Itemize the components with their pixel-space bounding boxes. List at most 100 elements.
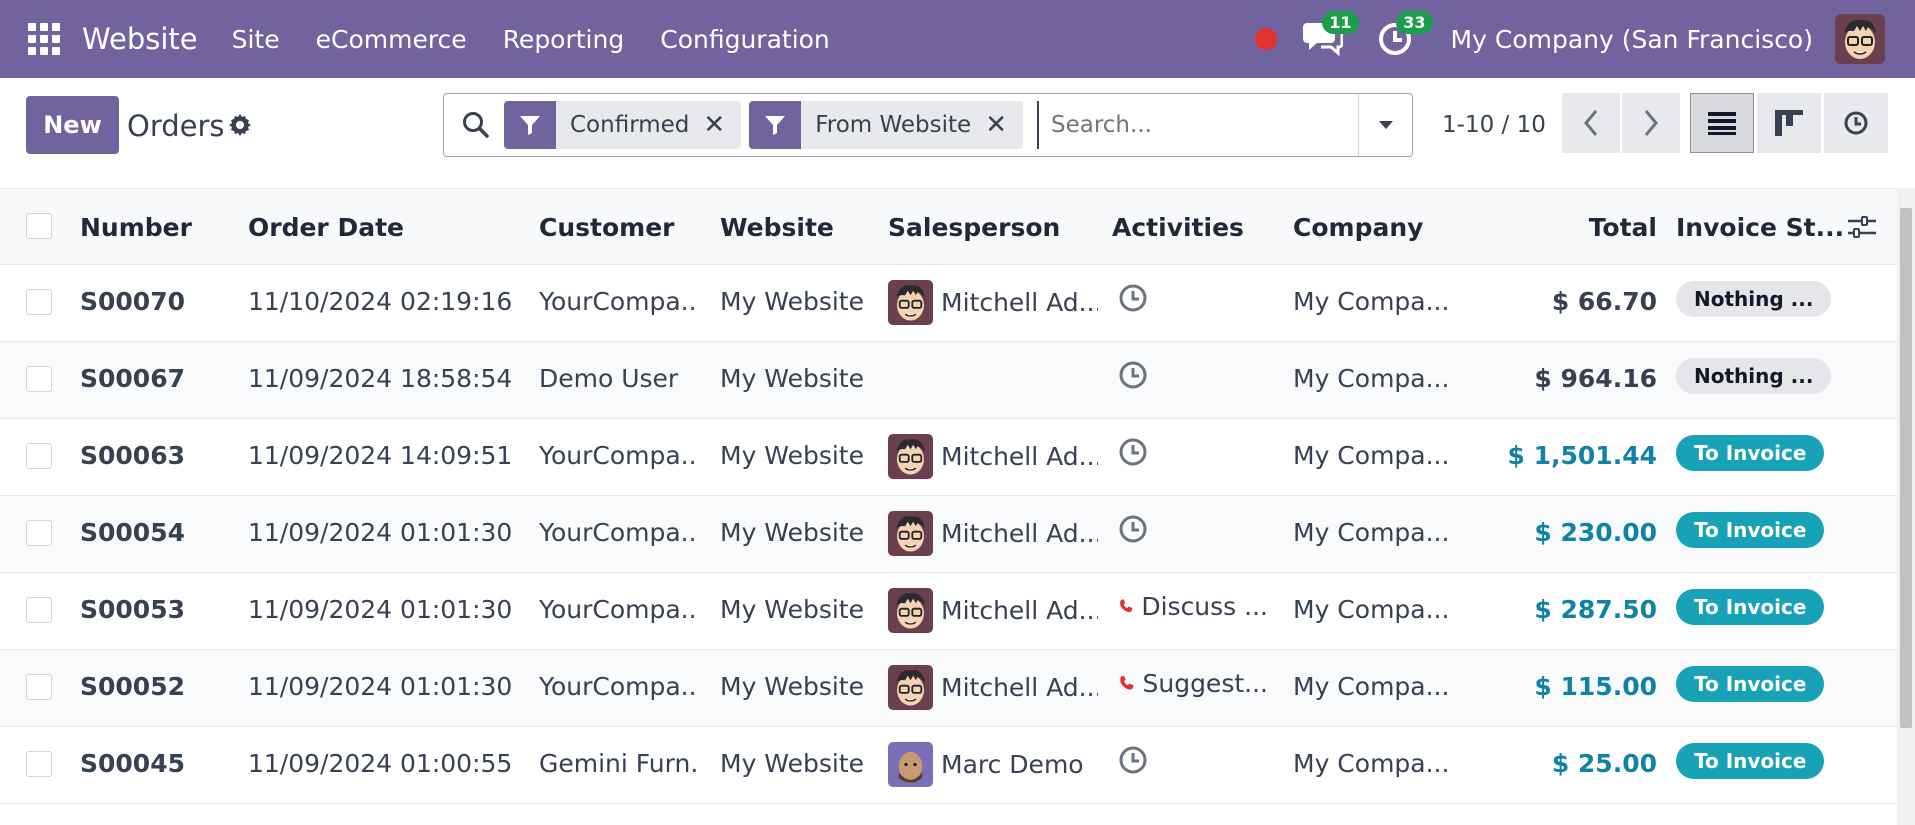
status-badge: Nothing ... xyxy=(1676,281,1832,317)
salesperson-cell[interactable]: Mitchell Ad... xyxy=(888,588,1098,633)
row-checkbox[interactable] xyxy=(26,289,52,315)
menu-reporting[interactable]: Reporting xyxy=(485,25,643,54)
row-checkbox[interactable] xyxy=(26,597,52,623)
list-view-button[interactable] xyxy=(1690,93,1754,153)
pager-next-button[interactable] xyxy=(1622,93,1680,153)
salesperson-cell[interactable]: Mitchell Ad... xyxy=(888,434,1098,479)
pager-value[interactable]: 1-10 / 10 xyxy=(1442,112,1546,138)
menu-configuration[interactable]: Configuration xyxy=(642,25,848,54)
row-checkbox[interactable] xyxy=(26,520,52,546)
facet-confirmed: Confirmed ✕ xyxy=(504,101,742,149)
customer: Gemini Furn... xyxy=(539,749,699,778)
chevron-left-icon xyxy=(1584,110,1598,136)
activity-clock-icon[interactable] xyxy=(1118,360,1148,390)
activity-cell[interactable] xyxy=(1118,283,1268,313)
table-row[interactable]: S00052 11/09/2024 01:01:30 YourCompa... My … xyxy=(0,650,1897,727)
table-row[interactable]: S00063 11/09/2024 14:09:51 YourCompa... My … xyxy=(0,419,1897,496)
activity-clock-icon[interactable] xyxy=(1118,745,1148,775)
salesperson-cell[interactable]: Mitchell Ad... xyxy=(888,511,1098,556)
header-invoice-status[interactable]: Invoice St... xyxy=(1676,213,1844,242)
invoice-status-cell: Nothing ... xyxy=(1676,358,1832,394)
company-switcher[interactable]: My Company (San Francisco) xyxy=(1451,25,1813,54)
order-date: 11/09/2024 18:58:54 xyxy=(248,364,513,393)
invoice-status-cell: To Invoice xyxy=(1676,512,1825,548)
company: My Compa... xyxy=(1293,595,1450,624)
app-name[interactable]: Website xyxy=(82,22,198,56)
page-title: Orders xyxy=(127,109,225,143)
facet-remove-icon[interactable]: ✕ xyxy=(703,110,741,140)
customer: YourCompa... xyxy=(539,672,699,701)
search-input[interactable] xyxy=(1036,101,1358,149)
website: My Website xyxy=(720,518,864,547)
facet-remove-icon[interactable]: ✕ xyxy=(985,110,1023,140)
activity-view-button[interactable] xyxy=(1824,93,1888,153)
menu-ecommerce[interactable]: eCommerce xyxy=(298,25,485,54)
table-row[interactable]: S00054 11/09/2024 01:01:30 YourCompa... My … xyxy=(0,496,1897,573)
salesperson-cell[interactable]: Marc Demo xyxy=(888,742,1098,787)
salesperson-cell[interactable]: Mitchell Ad... xyxy=(888,665,1098,710)
invoice-status-cell: Nothing ... xyxy=(1676,281,1832,317)
select-all-checkbox[interactable] xyxy=(26,213,52,239)
status-badge: To Invoice xyxy=(1676,589,1825,625)
vertical-scrollbar[interactable] xyxy=(1897,188,1915,825)
phone-icon[interactable] xyxy=(1118,668,1134,698)
row-checkbox[interactable] xyxy=(26,674,52,700)
activity-clock-icon[interactable] xyxy=(1118,283,1148,313)
kanban-view-button[interactable] xyxy=(1757,93,1821,153)
clock-icon xyxy=(1844,111,1868,135)
activity-cell[interactable]: Suggest... xyxy=(1118,668,1268,698)
search-icon[interactable] xyxy=(462,111,490,139)
order-number: S00067 xyxy=(80,364,185,393)
header-company[interactable]: Company xyxy=(1293,213,1423,242)
table-row[interactable]: S00045 11/09/2024 01:00:55 Gemini Furn... M… xyxy=(0,727,1897,804)
activity-summary: Suggest... xyxy=(1142,668,1268,698)
activities-button[interactable]: 33 xyxy=(1377,11,1433,59)
header-number[interactable]: Number xyxy=(80,213,192,242)
optional-columns-icon[interactable] xyxy=(1848,215,1876,239)
row-checkbox[interactable] xyxy=(26,366,52,392)
messages-button[interactable]: 11 xyxy=(1302,11,1359,59)
recording-icon[interactable] xyxy=(1254,28,1277,50)
customer: YourCompa... xyxy=(539,441,699,470)
activity-cell[interactable] xyxy=(1118,360,1268,390)
header-salesperson[interactable]: Salesperson xyxy=(888,213,1060,242)
salesperson-cell[interactable]: Mitchell Ad... xyxy=(888,280,1098,325)
order-total: $ 115.00 xyxy=(1534,672,1657,701)
order-total: $ 25.00 xyxy=(1551,749,1657,778)
header-activities[interactable]: Activities xyxy=(1112,213,1244,242)
activity-cell[interactable] xyxy=(1118,514,1268,544)
salesperson-name: Mitchell Ad... xyxy=(941,288,1098,317)
row-checkbox[interactable] xyxy=(26,443,52,469)
apps-menu-icon[interactable] xyxy=(28,23,60,55)
company: My Compa... xyxy=(1293,672,1450,701)
header-website[interactable]: Website xyxy=(720,213,834,242)
filter-icon xyxy=(504,101,556,149)
status-badge: To Invoice xyxy=(1676,666,1825,702)
phone-icon[interactable] xyxy=(1118,591,1133,621)
salesperson-avatar xyxy=(888,665,933,710)
website: My Website xyxy=(720,595,864,624)
scrollbar-thumb[interactable] xyxy=(1900,208,1912,728)
header-order-date[interactable]: Order Date xyxy=(248,213,404,242)
pager-previous-button[interactable] xyxy=(1562,93,1620,153)
new-button[interactable]: New xyxy=(26,96,119,154)
user-avatar[interactable] xyxy=(1835,14,1885,64)
order-date: 11/09/2024 01:01:30 xyxy=(248,518,513,547)
table-row[interactable]: S00053 11/09/2024 01:01:30 YourCompa... My … xyxy=(0,573,1897,650)
activity-cell[interactable] xyxy=(1118,437,1268,467)
search-options-toggle[interactable] xyxy=(1358,94,1412,156)
activity-clock-icon[interactable] xyxy=(1118,514,1148,544)
activity-cell[interactable]: Discuss ... xyxy=(1118,591,1268,621)
table-row[interactable]: S00070 11/10/2024 02:19:16 YourCompa... My … xyxy=(0,265,1897,342)
activity-cell[interactable] xyxy=(1118,745,1268,775)
gear-icon[interactable] xyxy=(228,113,252,137)
header-customer[interactable]: Customer xyxy=(539,213,675,242)
header-total[interactable]: Total xyxy=(1589,213,1657,242)
row-checkbox[interactable] xyxy=(26,751,52,777)
menu-site[interactable]: Site xyxy=(214,25,298,54)
salesperson-name: Mitchell Ad... xyxy=(941,673,1098,702)
order-number: S00054 xyxy=(80,518,185,547)
table-row[interactable]: S00067 11/09/2024 18:58:54 Demo User My Web… xyxy=(0,342,1897,419)
order-date: 11/09/2024 14:09:51 xyxy=(248,441,513,470)
activity-clock-icon[interactable] xyxy=(1118,437,1148,467)
